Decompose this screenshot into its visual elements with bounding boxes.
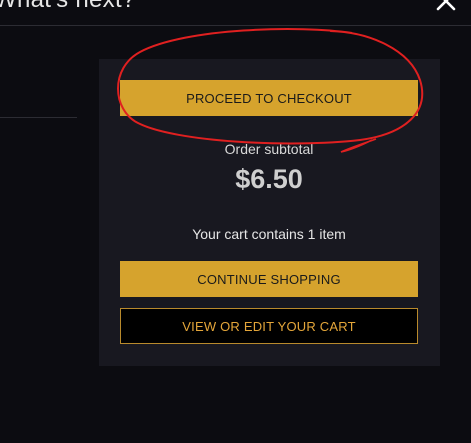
content-divider (0, 117, 77, 118)
view-edit-cart-button[interactable]: VIEW OR EDIT YOUR CART (120, 308, 418, 344)
continue-shopping-button[interactable]: CONTINUE SHOPPING (120, 261, 418, 297)
proceed-to-checkout-button[interactable]: PROCEED TO CHECKOUT (120, 80, 418, 116)
order-subtotal-amount: $6.50 (235, 164, 303, 194)
order-subtotal-label: Order subtotal (224, 141, 314, 157)
dialog-title: What's next? (0, 0, 136, 14)
header-divider (0, 25, 471, 26)
cart-item-count: Your cart contains 1 item (192, 226, 346, 242)
close-icon[interactable] (435, 0, 457, 12)
